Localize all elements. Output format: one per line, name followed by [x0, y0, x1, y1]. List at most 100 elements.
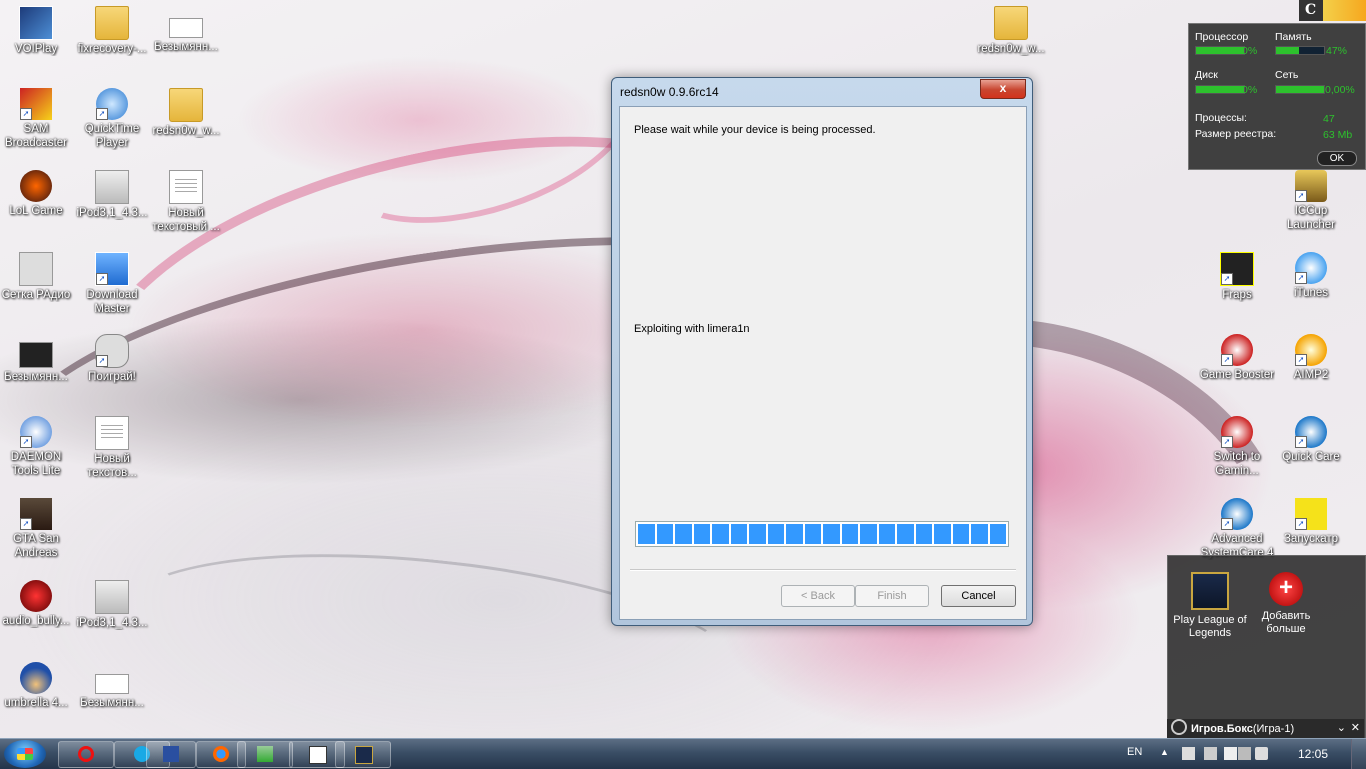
desktop-icon-quick-care[interactable]: ➚ Quick Care: [1273, 416, 1349, 464]
volume-icon[interactable]: [1255, 747, 1268, 760]
text-file-icon: [169, 170, 203, 204]
desktop-icon-aimp2[interactable]: ➚ AIMP2: [1273, 334, 1349, 382]
desktop-icon-daemon-tools[interactable]: ➚ DAEMON Tools Lite: [0, 416, 74, 478]
play-league-button[interactable]: Play League of Legends: [1170, 572, 1250, 640]
network-label: Сеть: [1275, 69, 1299, 81]
desktop-icon-itunes[interactable]: ➚ iTunes: [1273, 252, 1349, 300]
registry-size-value: 63 Mb: [1323, 129, 1353, 141]
window-tray-icon[interactable]: [1224, 747, 1237, 760]
firmware-file-icon: [95, 170, 129, 204]
wait-message: Please wait while your device is being p…: [634, 124, 876, 136]
desktop-icon-download-master[interactable]: ➚ Download Master: [74, 252, 150, 316]
aimp-icon: ➚: [1295, 334, 1327, 366]
progress-segment: [989, 524, 1006, 544]
desktop-icon-umbrella[interactable]: umbrella 4...: [0, 662, 74, 710]
lol-game-icon: [20, 170, 52, 202]
progress-segment: [786, 524, 803, 544]
collapse-icon[interactable]: ⌄: [1337, 719, 1346, 738]
opera-icon: [78, 746, 94, 762]
redsn0w-app-icon: [257, 746, 273, 762]
processes-label: Процессы:: [1195, 112, 1247, 124]
desktop-icon-game-booster[interactable]: ➚ Game Booster: [1199, 334, 1275, 382]
close-icon[interactable]: ✕: [1351, 719, 1360, 738]
separator: [630, 569, 1016, 571]
network-icon[interactable]: [1238, 747, 1251, 760]
desktop-icon-zapuskatr[interactable]: ➚ Запускатр: [1273, 498, 1349, 546]
progress-segment: [767, 524, 784, 544]
desktop-icon-iccup[interactable]: ➚ ICCup Launcher: [1273, 170, 1349, 232]
desktop-icon-bezymyann-2[interactable]: Безымянн...: [148, 6, 224, 54]
desktop-icon-ipod-firmware-1[interactable]: iPod3,1_4.3...: [74, 170, 150, 220]
folder-icon: [169, 88, 203, 122]
taskbar-opera[interactable]: [58, 741, 114, 768]
desktop-icon-ipod-firmware-2[interactable]: iPod3,1_4.3...: [74, 580, 150, 630]
progress-segment: [823, 524, 840, 544]
taskbar-save[interactable]: [146, 741, 196, 768]
redsn0w-window: redsn0w 0.9.6rc14 x Please wait while yo…: [611, 77, 1033, 626]
show-desktop-button[interactable]: [1351, 739, 1366, 769]
game-booster-icon: ➚: [1221, 334, 1253, 366]
progress-segment: [656, 524, 673, 544]
text-file-icon: [95, 416, 129, 450]
disk-bar: [1195, 85, 1245, 94]
desktop-icon-gta-san-andreas[interactable]: ➚ GTA San Andreas: [0, 498, 74, 560]
folder-icon: [95, 6, 129, 40]
device-icon[interactable]: [1204, 747, 1217, 760]
cpu-value: 0%: [1242, 45, 1258, 57]
memory-label: Память: [1275, 31, 1312, 43]
finish-button[interactable]: Finish: [855, 585, 929, 607]
show-hidden-icons[interactable]: ▲: [1160, 747, 1173, 760]
disk-label: Диск: [1195, 69, 1218, 81]
quick-care-icon: ➚: [1295, 416, 1327, 448]
taskbar-league[interactable]: [335, 741, 391, 768]
desktop-icon-switch-gaming[interactable]: ➚ Switch to Gamin...: [1199, 416, 1275, 478]
desktop-icon-new-text-2[interactable]: Новый текстов...: [74, 416, 150, 480]
radio-icon: [19, 252, 53, 286]
progress-bar: [635, 521, 1009, 547]
desktop-icon-quicktime[interactable]: ➚ QuickTime Player: [74, 88, 150, 150]
gadget-badge[interactable]: C: [1299, 0, 1366, 21]
cancel-button[interactable]: Cancel: [941, 585, 1016, 607]
desktop-icon-fixrecovery[interactable]: fixrecovery-...: [74, 6, 150, 56]
progress-segment: [841, 524, 858, 544]
add-icon: +: [1269, 572, 1303, 606]
network-bar: [1275, 85, 1325, 94]
close-button[interactable]: x: [980, 79, 1026, 99]
desktop-icon-new-text-1[interactable]: Новый текстовый ...: [148, 170, 224, 234]
progress-segment: [878, 524, 895, 544]
clock[interactable]: 12:05: [1298, 747, 1328, 761]
taskbar-redsn0w[interactable]: [237, 741, 293, 768]
language-indicator[interactable]: EN: [1127, 746, 1142, 758]
gta-icon: ➚: [20, 498, 52, 530]
back-button[interactable]: < Back: [781, 585, 855, 607]
voiplay-icon: [19, 6, 53, 40]
desktop-icon-setka-radio[interactable]: Сетка РАдио: [0, 252, 74, 302]
desktop-icon-sam-broadcaster[interactable]: ➚ SAM Broadcaster: [0, 88, 74, 150]
desktop-icon-audio-bully[interactable]: audio_bully...: [0, 580, 74, 628]
window-app-icon: [309, 746, 327, 764]
desktop-icon-redsn0w-folder-2[interactable]: redsn0w_w...: [973, 6, 1049, 56]
add-more-button[interactable]: + Добавить больше: [1246, 572, 1326, 636]
start-button[interactable]: [4, 740, 46, 768]
switch-gaming-icon: ➚: [1221, 416, 1253, 448]
league-app-icon: [355, 746, 373, 764]
desktop-icon-poigrai[interactable]: ➚ Поиграй!: [74, 334, 150, 384]
desktop-icon-lol-game[interactable]: LoL Game: [0, 170, 74, 218]
game-box-titlebar[interactable]: Игров.Бокс(Игра-1) ⌄ ✕: [1167, 719, 1364, 738]
desktop-icon-bezymyann-1[interactable]: Безымянн...: [0, 334, 74, 384]
desktop-icon-voiplay[interactable]: VOIPlay: [0, 6, 74, 56]
memory-value: 47%: [1326, 45, 1348, 57]
firefox-icon: [213, 746, 229, 762]
daemon-tools-icon: ➚: [20, 416, 52, 448]
progress-segment: [712, 524, 729, 544]
desktop-icon-advanced-systemcare[interactable]: ➚ Advanced SystemCare 4: [1199, 498, 1275, 560]
desktop-icon-redsn0w-folder[interactable]: redsn0w_w...: [148, 88, 224, 138]
action-center-icon[interactable]: [1182, 747, 1195, 760]
iccup-icon: ➚: [1295, 170, 1327, 202]
download-master-icon: ➚: [95, 252, 129, 286]
desktop-icon-bezymyann-3[interactable]: Безымянн...: [74, 662, 150, 710]
progress-segment: [730, 524, 747, 544]
taskbar: EN ▲ 12:05: [0, 738, 1366, 769]
desktop-icon-fraps[interactable]: ➚ Fraps: [1199, 252, 1275, 302]
sysmon-ok-button[interactable]: OK: [1317, 151, 1357, 166]
